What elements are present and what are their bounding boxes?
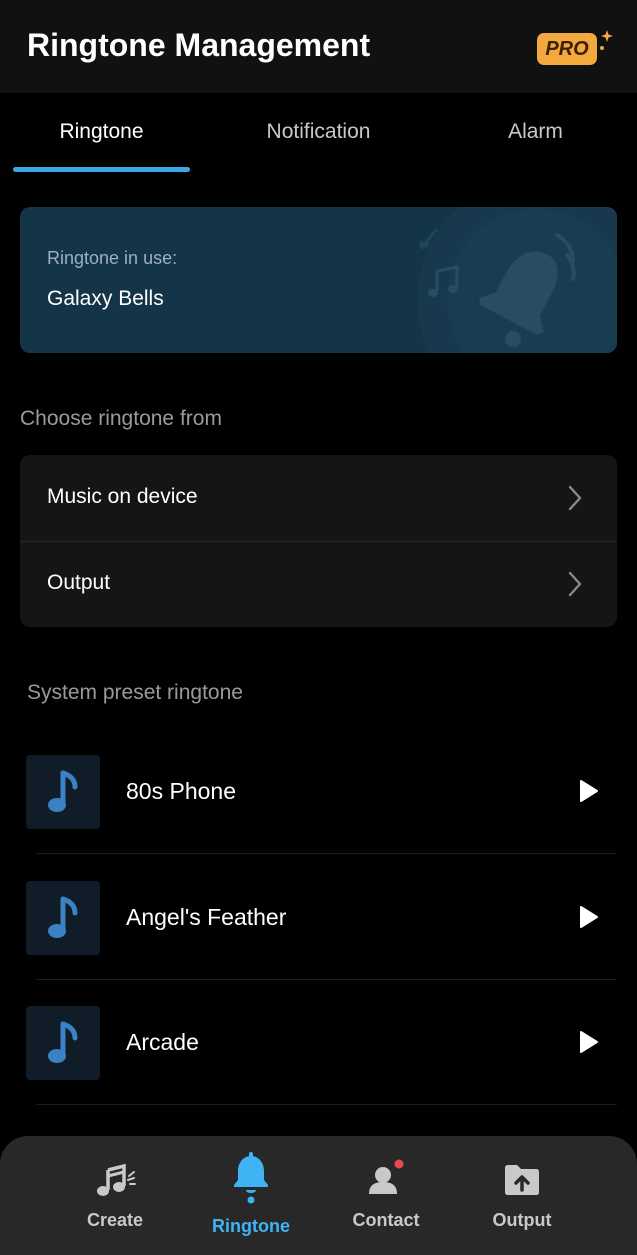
play-icon[interactable] <box>579 905 599 929</box>
nav-create[interactable]: Create <box>55 1136 175 1255</box>
tab-ringtone[interactable]: Ringtone <box>13 120 190 144</box>
music-notes-icon <box>97 1163 136 1196</box>
music-note-icon <box>48 896 78 938</box>
preset-item[interactable]: Angel's Feather <box>26 881 617 1007</box>
sparkle-icon <box>600 30 613 50</box>
preset-name: Angel's Feather <box>126 904 287 930</box>
nav-contact[interactable]: Contact <box>326 1136 446 1255</box>
contact-icon <box>369 1159 404 1194</box>
choose-section-title: Choose ringtone from <box>20 407 222 430</box>
tab-bar: Ringtone Notification Alarm <box>0 93 637 175</box>
current-ringtone-value: Galaxy Bells <box>47 287 164 310</box>
folder-upload-icon <box>505 1165 539 1195</box>
source-label: Output <box>47 571 111 594</box>
preset-thumbnail <box>26 881 100 955</box>
page-title: Ringtone Management <box>27 27 371 63</box>
nav-label: Create <box>86 1210 144 1230</box>
app-header: Ringtone Management PRO <box>0 0 637 93</box>
tab-notification[interactable]: Notification <box>230 120 407 144</box>
bottom-navigation: Create Ringtone Contact Output <box>0 1136 637 1255</box>
music-note-icon <box>48 770 78 812</box>
preset-item[interactable]: Arcade <box>26 1006 617 1132</box>
tab-alarm[interactable]: Alarm <box>447 120 624 144</box>
ringtone-source-list: Music on device Output <box>20 455 617 627</box>
nav-label: Ringtone <box>212 1216 290 1236</box>
pro-badge[interactable]: PRO <box>537 33 597 65</box>
divider <box>36 979 617 980</box>
divider <box>36 1104 617 1105</box>
source-output[interactable]: Output <box>20 541 617 627</box>
bell-decoration-icon <box>417 207 617 353</box>
current-ringtone-label: Ringtone in use: <box>47 248 178 268</box>
presets-section-title: System preset ringtone <box>27 681 243 704</box>
nav-label: Contact <box>352 1210 420 1230</box>
chevron-right-icon <box>568 571 582 597</box>
bell-icon <box>234 1152 268 1204</box>
music-note-icon <box>48 1021 78 1063</box>
active-tab-indicator <box>13 167 190 172</box>
nav-ringtone[interactable]: Ringtone <box>191 1136 311 1255</box>
source-music-on-device[interactable]: Music on device <box>20 455 617 542</box>
preset-thumbnail <box>26 1006 100 1080</box>
preset-name: Arcade <box>126 1029 199 1055</box>
current-ringtone-card: Ringtone in use: Galaxy Bells <box>20 207 617 353</box>
nav-label: Output <box>492 1210 552 1230</box>
divider <box>36 853 617 854</box>
preset-name: 80s Phone <box>126 778 236 804</box>
nav-output[interactable]: Output <box>462 1136 582 1255</box>
preset-thumbnail <box>26 755 100 829</box>
play-icon[interactable] <box>579 779 599 803</box>
source-label: Music on device <box>47 485 198 508</box>
preset-item[interactable]: 80s Phone <box>26 755 617 881</box>
chevron-right-icon <box>568 485 582 511</box>
play-icon[interactable] <box>579 1030 599 1054</box>
